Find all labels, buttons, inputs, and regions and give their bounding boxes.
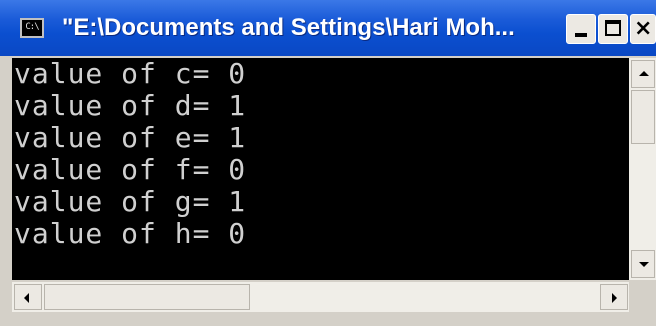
console-line: value of h= 0 (14, 217, 247, 250)
arrow-left-icon (24, 293, 29, 303)
close-button[interactable]: × (630, 14, 656, 44)
vertical-scrollbar[interactable] (629, 58, 656, 280)
window-title: "E:\Documents and Settings\Hari Moh... (62, 14, 515, 41)
console-line: value of g= 1 (14, 185, 247, 218)
minimize-button[interactable] (566, 14, 596, 44)
scroll-right-button[interactable] (600, 284, 628, 310)
console-window: C:\ "E:\Documents and Settings\Hari Moh.… (0, 0, 656, 326)
scroll-up-button[interactable] (631, 60, 655, 88)
arrow-right-icon (612, 293, 617, 303)
scroll-left-button[interactable] (14, 284, 42, 310)
close-icon: × (634, 16, 653, 41)
horizontal-scrollbar[interactable] (12, 282, 629, 312)
console-line: value of d= 1 (14, 89, 247, 122)
arrow-up-icon (639, 71, 649, 76)
console-line: value of f= 0 (14, 153, 247, 186)
scroll-down-button[interactable] (631, 250, 655, 278)
scrollbar-corner (629, 282, 656, 312)
vertical-scroll-thumb[interactable] (631, 90, 655, 144)
console-icon[interactable]: C:\ (20, 18, 44, 38)
console-line: value of e= 1 (14, 121, 247, 154)
maximize-icon (605, 20, 621, 36)
minimize-icon (575, 33, 587, 37)
console-line: value of c= 0 (14, 58, 247, 90)
arrow-down-icon (639, 262, 649, 267)
maximize-button[interactable] (598, 14, 628, 44)
console-output[interactable]: value of c= 0 value of d= 1 value of e= … (12, 58, 629, 280)
title-bar[interactable]: C:\ "E:\Documents and Settings\Hari Moh.… (0, 0, 656, 56)
horizontal-scroll-thumb[interactable] (44, 284, 250, 310)
